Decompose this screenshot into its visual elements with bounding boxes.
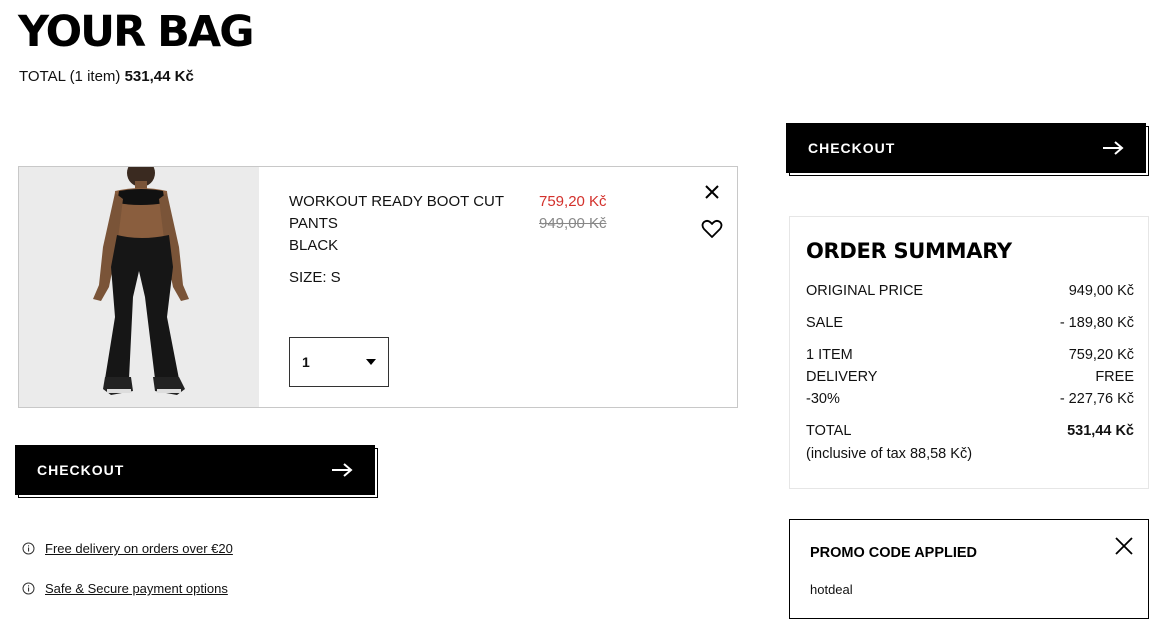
summary-row: 1 ITEM 759,20 Kč [806,347,1134,363]
summary-total-value: 531,44 Kč [1067,423,1134,439]
summary-row: ORIGINAL PRICE 949,00 Kč [806,283,1134,299]
order-summary-title: ORDER SUMMARY [806,239,1012,263]
promo-code-box: PROMO CODE APPLIED hotdeal [789,519,1149,619]
secure-payment-info: Safe & Secure payment options [22,581,228,596]
free-delivery-link[interactable]: Free delivery on orders over €20 [45,541,233,556]
bag-total-amount: 531,44 Kč [124,68,194,85]
info-icon [22,582,35,595]
close-icon[interactable] [703,183,721,201]
checkout-label: CHECKOUT [808,140,896,156]
product-name[interactable]: WORKOUT READY BOOT CUT PANTS [289,191,509,235]
bag-total-label: TOTAL (1 item) [19,68,121,85]
summary-row-label: -30% [806,391,840,407]
order-summary: ORDER SUMMARY ORIGINAL PRICE 949,00 Kč S… [789,216,1149,489]
sale-price: 759,20 Kč [539,193,607,210]
promo-code-value: hotdeal [810,582,853,597]
checkout-button-bottom[interactable]: CHECKOUT [15,445,375,495]
summary-row: -30% - 227,76 Kč [806,391,1134,407]
summary-row-value: 759,20 Kč [1068,347,1134,363]
secure-payment-link[interactable]: Safe & Secure payment options [45,581,228,596]
checkout-top-wrapper: CHECKOUT [786,123,1149,176]
arrow-right-icon [332,463,353,477]
checkout-bottom-wrapper: CHECKOUT [15,445,378,498]
summary-row: SALE - 189,80 Kč [806,315,1134,331]
product-size: SIZE: S [289,269,341,286]
product-image[interactable] [19,167,259,407]
tax-note: (inclusive of tax 88,58 Kč) [806,446,1134,462]
quantity-value: 1 [302,354,310,370]
summary-row-value: 949,00 Kč [1068,283,1134,299]
summary-row-label: SALE [806,315,844,331]
summary-row-value: - 189,80 Kč [1059,315,1134,331]
page-title: YOUR BAG [18,7,255,57]
info-icon [22,542,35,555]
arrow-right-icon [1103,141,1124,155]
summary-row-value: - 227,76 Kč [1059,391,1134,407]
summary-row-value: FREE [1095,369,1134,385]
checkout-button-top[interactable]: CHECKOUT [786,123,1146,173]
original-price: 949,00 Kč [539,215,607,232]
quantity-select[interactable]: 1 [289,337,389,387]
summary-total-label: TOTAL [806,423,852,439]
summary-row-label: DELIVERY [806,369,878,385]
close-icon[interactable] [1114,536,1134,556]
chevron-down-icon [366,359,376,365]
summary-row: DELIVERY FREE [806,369,1134,385]
product-color: BLACK [289,237,339,254]
heart-icon[interactable] [701,219,723,239]
bag-total: TOTAL (1 item) 531,44 Kč [19,68,194,85]
checkout-label: CHECKOUT [37,462,125,478]
summary-total-row: TOTAL 531,44 Kč [806,423,1134,439]
summary-row-label: 1 ITEM [806,347,853,363]
promo-title: PROMO CODE APPLIED [810,545,978,561]
tax-note-text: (inclusive of tax 88,58 Kč) [806,446,973,462]
summary-row-label: ORIGINAL PRICE [806,283,924,299]
cart-item: WORKOUT READY BOOT CUT PANTS BLACK SIZE:… [18,166,738,408]
free-delivery-info: Free delivery on orders over €20 [22,541,233,556]
